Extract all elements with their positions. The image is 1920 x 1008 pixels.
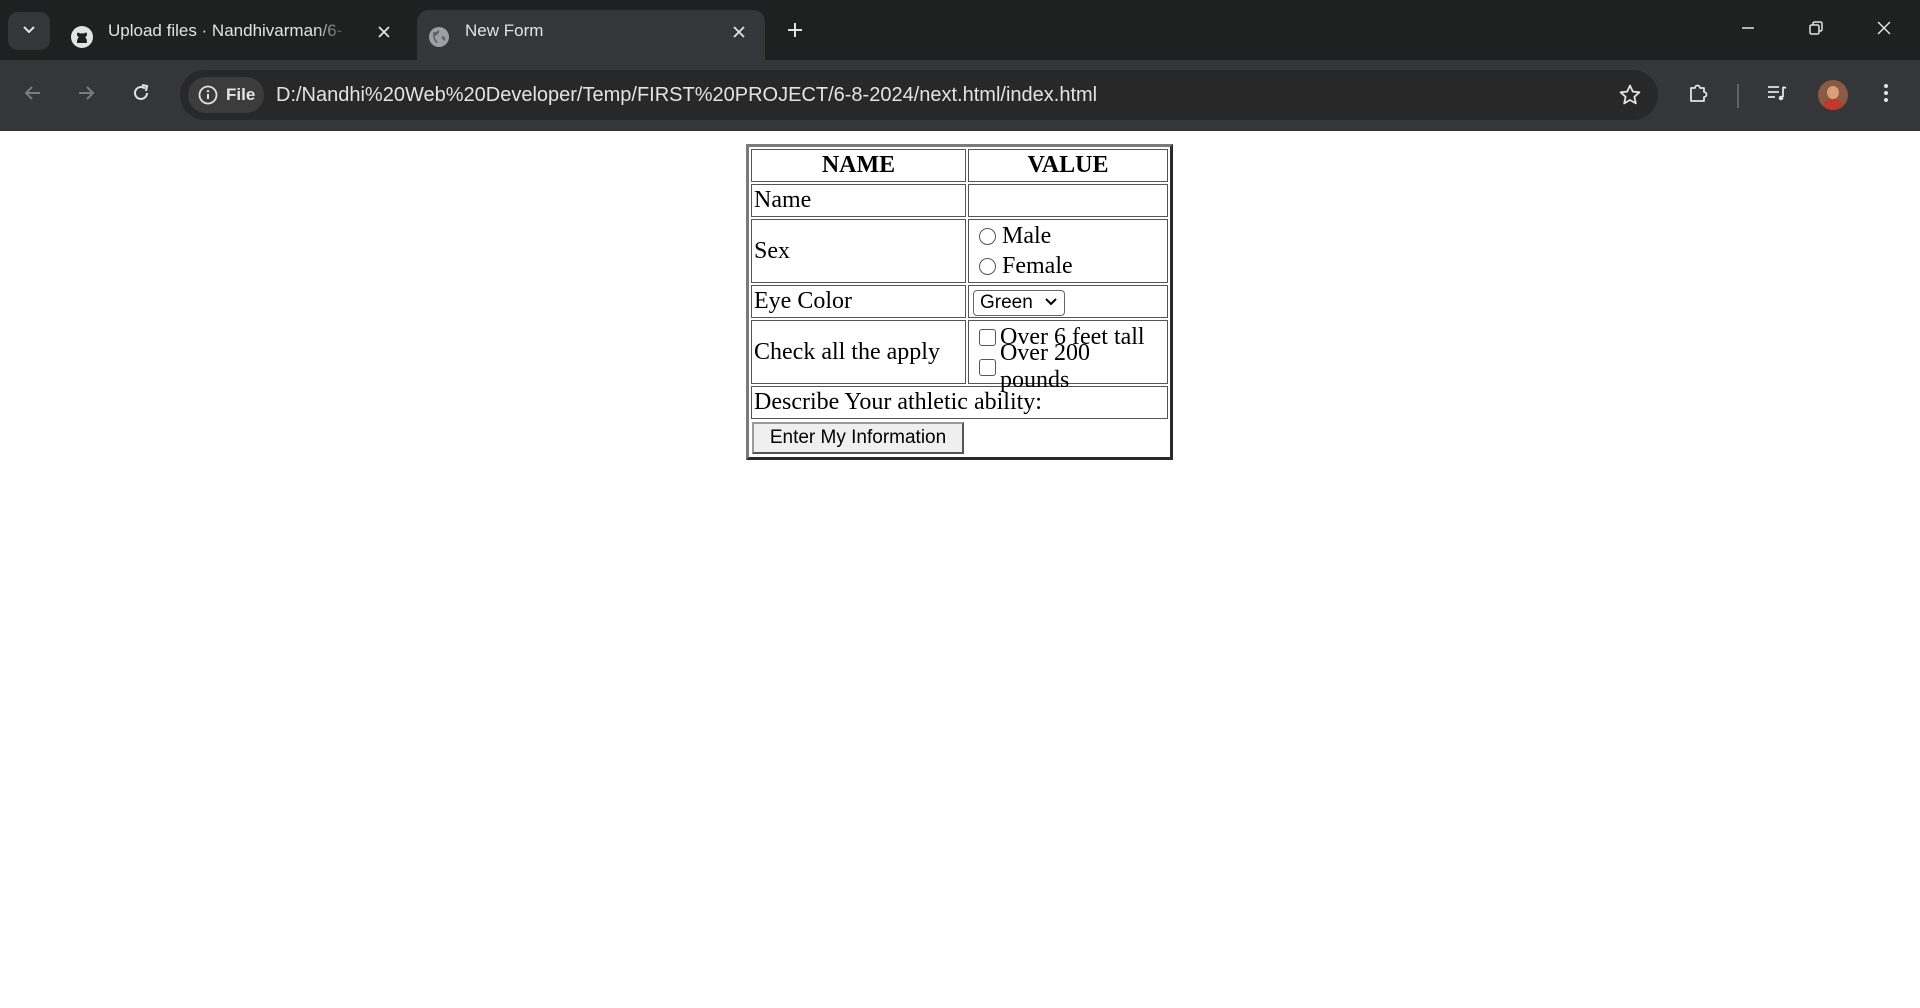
profile-avatar[interactable]: [1818, 80, 1848, 110]
name-label: Name: [751, 184, 966, 217]
tab-title: Upload files · Nandhivarman/6-: [108, 21, 343, 40]
new-tab-button[interactable]: [780, 17, 810, 47]
puzzle-icon: [1687, 81, 1711, 110]
tab-upload-files[interactable]: Upload files · Nandhivarman/6-: [60, 10, 410, 60]
close-tab-icon[interactable]: [372, 20, 396, 44]
kebab-menu-icon: [1882, 81, 1890, 110]
back-arrow-icon: [23, 83, 43, 108]
minimize-icon: [1740, 20, 1756, 41]
forward-arrow-icon: [76, 83, 96, 108]
back-button[interactable]: [15, 77, 51, 113]
header-row: NAME VALUE: [751, 149, 1168, 182]
check-options: Over 6 feet tall Over 200 pounds: [968, 320, 1168, 393]
avatar-body: [1822, 99, 1844, 110]
eye-color-cell: Green: [968, 285, 1168, 318]
info-form-table: NAME VALUE Name Sex Male Female Eye Colo…: [746, 144, 1173, 460]
globe-icon: [427, 25, 451, 49]
close-window-button[interactable]: [1862, 12, 1906, 48]
male-radio[interactable]: [979, 227, 996, 245]
eye-color-selected-value: Green: [980, 291, 1033, 313]
reload-icon: [131, 83, 151, 108]
plus-icon: [786, 21, 804, 44]
over-200-pounds-checkbox[interactable]: [979, 358, 996, 376]
tab-search-button[interactable]: [8, 12, 50, 50]
check-row: Check all the apply Over 6 feet tall Ove…: [751, 320, 1168, 393]
female-label: Female: [1002, 252, 1073, 279]
restore-icon: [1808, 20, 1824, 41]
chevron-down-icon: [21, 21, 37, 42]
sex-option-female[interactable]: Female: [971, 251, 1165, 281]
submit-cell: Enter My Information: [751, 421, 966, 455]
name-row: Name: [751, 184, 1168, 217]
name-input[interactable]: [968, 184, 1168, 217]
reload-button[interactable]: [123, 77, 159, 113]
toolbar-divider: [1737, 84, 1739, 108]
empty-cell: [968, 421, 1168, 455]
media-controls-button[interactable]: [1759, 77, 1795, 113]
over-200-pounds-label: Over 200 pounds: [999, 340, 1090, 393]
submit-button[interactable]: Enter My Information: [752, 422, 964, 454]
eye-color-label: Eye Color: [751, 285, 966, 318]
eye-color-row: Eye Color Green: [751, 285, 1168, 318]
sex-options: Male Female: [968, 219, 1168, 283]
sex-row: Sex Male Female: [751, 219, 1168, 283]
menu-button[interactable]: [1868, 77, 1904, 113]
restore-button[interactable]: [1794, 12, 1838, 48]
url-text[interactable]: D:/Nandhi%20Web%20Developer/Temp/FIRST%2…: [276, 70, 1097, 120]
tab-strip: Upload files · Nandhivarman/6- New Form: [0, 0, 1920, 60]
close-icon: [1876, 20, 1892, 41]
eye-color-select[interactable]: Green: [973, 289, 1065, 316]
submit-row: Enter My Information: [751, 421, 1168, 455]
avatar-face: [1827, 86, 1839, 99]
sex-label: Sex: [751, 219, 966, 283]
value-column-header: VALUE: [968, 149, 1168, 182]
tab-title: New Form: [465, 21, 544, 40]
over-6-feet-checkbox[interactable]: [979, 328, 996, 346]
male-label: Male: [1002, 222, 1052, 249]
page-content: NAME VALUE Name Sex Male Female Eye Colo…: [0, 131, 1920, 1008]
check-label: Check all the apply: [751, 320, 966, 384]
address-bar[interactable]: File D:/Nandhi%20Web%20Developer/Temp/FI…: [180, 70, 1658, 120]
name-column-header: NAME: [751, 149, 966, 182]
playlist-music-icon: [1765, 81, 1789, 110]
check-option-weight[interactable]: Over 200 pounds: [971, 340, 1165, 393]
info-icon: [197, 84, 219, 106]
github-icon: [70, 25, 94, 49]
chevron-down-icon: [1044, 292, 1058, 314]
female-radio[interactable]: [979, 257, 996, 275]
site-info-chip[interactable]: File: [188, 77, 264, 113]
site-info-label: File: [226, 85, 256, 104]
browser-toolbar: File D:/Nandhi%20Web%20Developer/Temp/FI…: [0, 60, 1920, 131]
minimize-button[interactable]: [1726, 12, 1770, 48]
forward-button[interactable]: [68, 77, 104, 113]
tab-new-form[interactable]: New Form: [417, 10, 765, 60]
bookmark-star-icon[interactable]: [1616, 81, 1644, 109]
extensions-button[interactable]: [1681, 77, 1717, 113]
sex-option-male[interactable]: Male: [971, 221, 1165, 251]
close-tab-icon[interactable]: [727, 20, 751, 44]
